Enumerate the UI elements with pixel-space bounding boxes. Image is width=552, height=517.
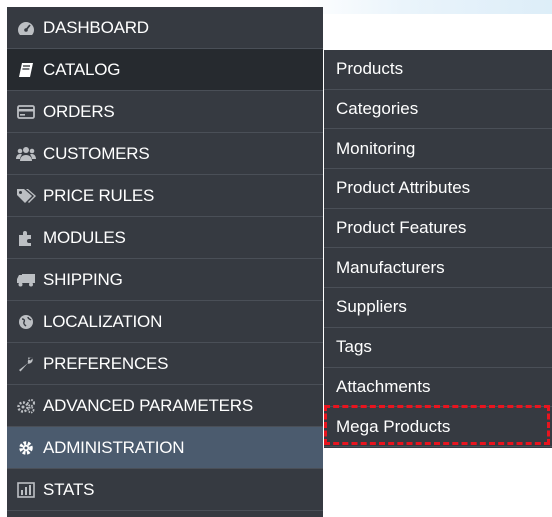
submenu-item-manufacturers[interactable]: Manufacturers — [324, 248, 552, 289]
sidebar-item-advanced-parameters[interactable]: ADVANCED PARAMETERS — [7, 385, 323, 427]
catalog-submenu: Products Categories Monitoring Product A… — [324, 50, 552, 448]
sidebar-item-customers[interactable]: CUSTOMERS — [7, 133, 323, 175]
truck-icon — [15, 271, 37, 289]
admin-sidebar: DASHBOARD CATALOG ORDERS CUSTOMERS PRICE… — [7, 7, 323, 517]
sidebar-item-label: ADMINISTRATION — [43, 437, 185, 457]
sidebar-item-label: CATALOG — [43, 59, 121, 79]
bar-chart-icon — [15, 481, 37, 499]
sidebar-item-shipping[interactable]: SHIPPING — [7, 259, 323, 301]
sidebar-item-label: ORDERS — [43, 101, 115, 121]
tags-icon — [15, 187, 37, 205]
globe-icon — [15, 313, 37, 331]
submenu-item-monitoring[interactable]: Monitoring — [324, 129, 552, 170]
book-icon — [15, 61, 37, 79]
sidebar-item-administration[interactable]: ADMINISTRATION — [7, 427, 323, 469]
sidebar-item-label: PRICE RULES — [43, 185, 155, 205]
sidebar-item-dashboard[interactable]: DASHBOARD — [7, 7, 323, 49]
sidebar-item-label: CUSTOMERS — [43, 143, 150, 163]
submenu-item-product-features[interactable]: Product Features — [324, 209, 552, 249]
sidebar-item-preferences[interactable]: PREFERENCES — [7, 343, 323, 385]
puzzle-icon — [15, 229, 37, 247]
sidebar-item-label: DASHBOARD — [43, 17, 149, 37]
dashboard-gauge-icon — [15, 19, 37, 37]
sidebar-item-label: SHIPPING — [43, 269, 123, 289]
sidebar-item-stats[interactable]: STATS — [7, 469, 323, 511]
sidebar-item-price-rules[interactable]: PRICE RULES — [7, 175, 323, 217]
background-decoration — [300, 0, 552, 14]
sidebar-item-orders[interactable]: ORDERS — [7, 91, 323, 133]
sidebar-item-catalog[interactable]: CATALOG — [7, 49, 323, 91]
sidebar-item-label: ADVANCED PARAMETERS — [43, 395, 253, 415]
sidebar-item-label: LOCALIZATION — [43, 311, 163, 331]
sidebar-item-label: MODULES — [43, 227, 126, 247]
submenu-item-categories[interactable]: Categories — [324, 90, 552, 130]
submenu-item-suppliers[interactable]: Suppliers — [324, 288, 552, 328]
cogs-icon — [15, 397, 37, 415]
credit-card-icon — [15, 103, 37, 121]
wrench-icon — [15, 355, 37, 373]
sidebar-item-label: PREFERENCES — [43, 353, 169, 373]
submenu-item-mega-products[interactable]: Mega Products — [324, 407, 552, 447]
submenu-item-product-attributes[interactable]: Product Attributes — [324, 169, 552, 209]
submenu-item-tags[interactable]: Tags — [324, 328, 552, 368]
sidebar-item-localization[interactable]: LOCALIZATION — [7, 301, 323, 343]
sidebar-item-modules[interactable]: MODULES — [7, 217, 323, 259]
sidebar-item-label: STATS — [43, 479, 95, 499]
submenu-item-products[interactable]: Products — [324, 50, 552, 90]
submenu-item-attachments[interactable]: Attachments — [324, 368, 552, 408]
users-icon — [15, 145, 37, 163]
cog-icon — [15, 439, 37, 457]
